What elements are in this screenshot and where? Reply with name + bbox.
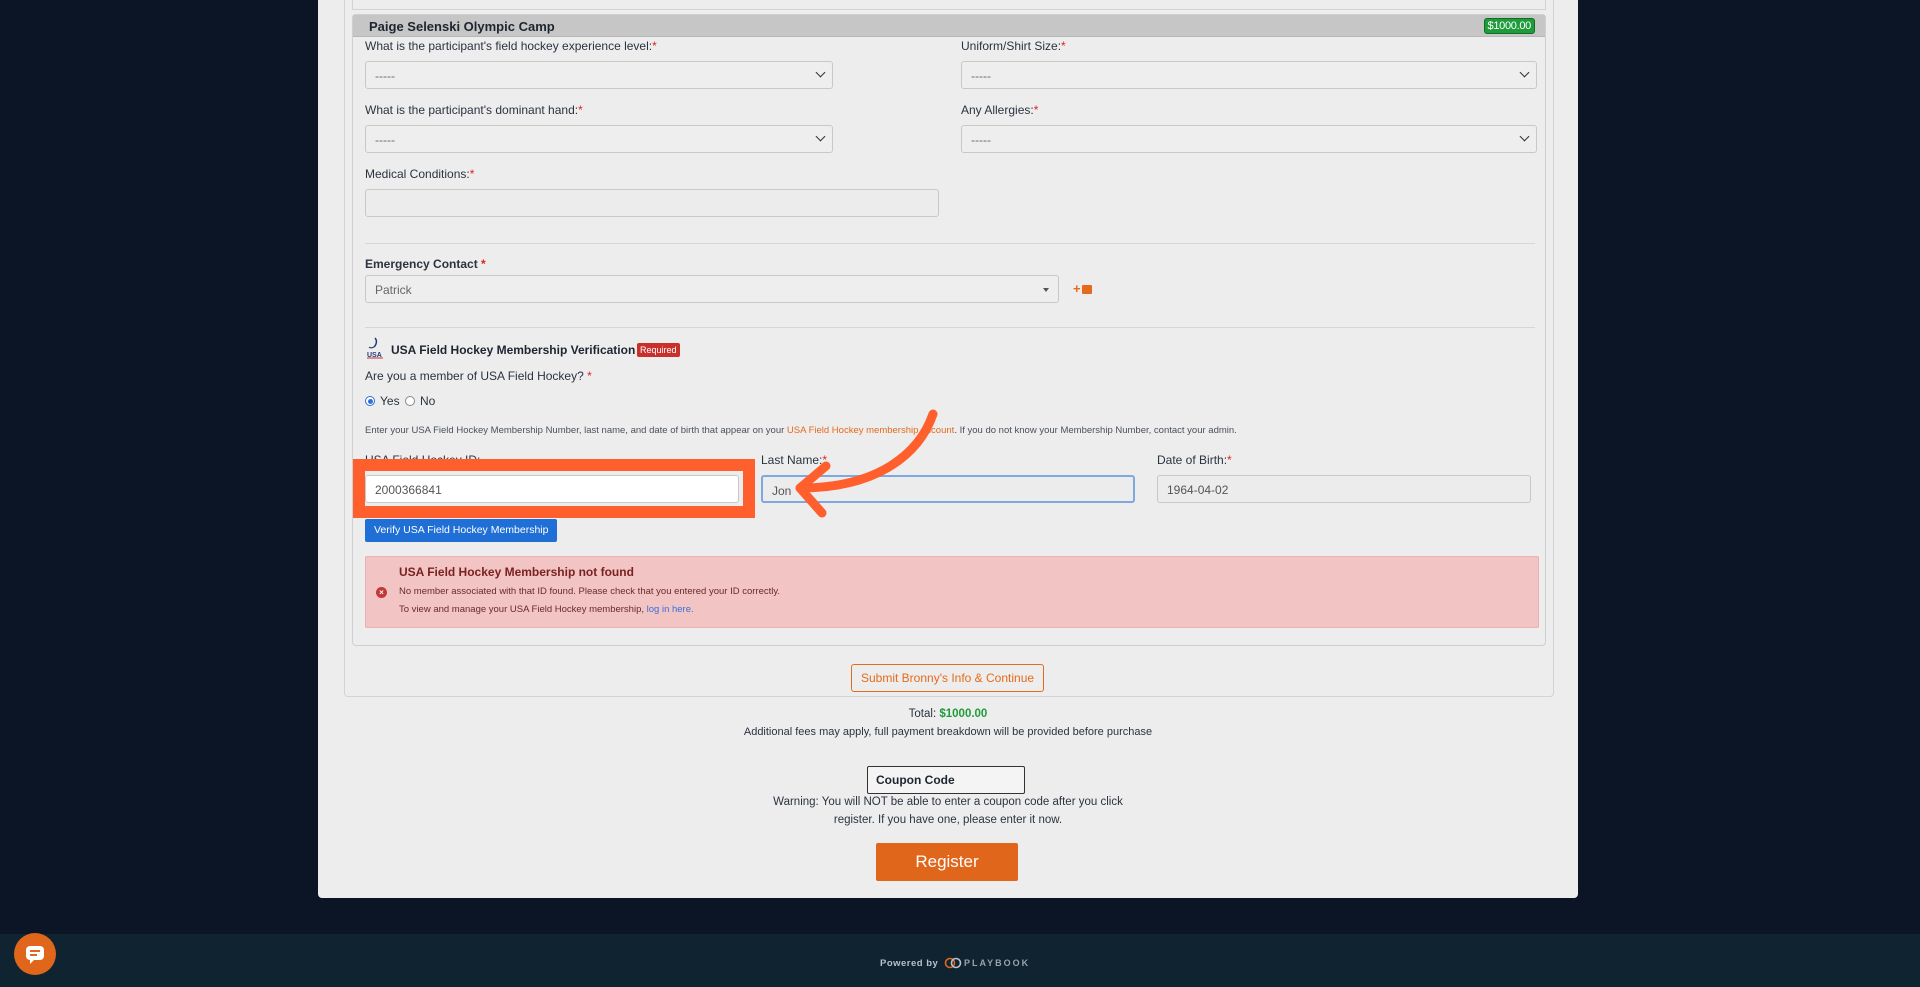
yes-label: Yes [380, 394, 400, 408]
footer: Powered by PLAYBOOK [0, 934, 1920, 987]
coupon-code-input[interactable]: Coupon Code [867, 766, 1025, 794]
usa-field-hockey-logo-icon: USA [367, 337, 383, 359]
fees-note: Additional fees may apply, full payment … [743, 726, 1153, 738]
dob-label: Date of Birth:* [1157, 453, 1232, 467]
submit-info-button[interactable]: Submit Bronny's Info & Continue [851, 664, 1045, 692]
yes-radio[interactable] [365, 396, 375, 406]
annotation-arrow-icon [795, 409, 938, 518]
experience-select[interactable]: ----- [365, 61, 833, 89]
annotation-highlight-box [353, 459, 755, 518]
allergies-select[interactable]: ----- [961, 125, 1537, 153]
alert-message: No member associated with that ID found.… [399, 586, 781, 597]
dominant-hand-label: What is the participant's dominant hand:… [365, 103, 583, 117]
camp-header: Paige Selenski Olympic Camp $1000.00 [353, 15, 1545, 37]
required-badge: Required [637, 343, 680, 357]
playbook-brand: PLAYBOOK [964, 958, 1031, 968]
register-button[interactable]: Register [876, 843, 1018, 881]
previous-card-edge [352, 0, 1546, 10]
usafh-section-title: USA Field Hockey Membership Verification [391, 343, 636, 357]
emergency-contact-select[interactable]: Patrick [365, 275, 1059, 303]
allergies-label: Any Allergies:* [961, 103, 1039, 117]
verify-membership-button[interactable]: Verify USA Field Hockey Membership [365, 519, 558, 542]
price-badge: $1000.00 [1483, 18, 1535, 34]
shirt-size-select[interactable]: ----- [961, 61, 1537, 89]
alert-login-text: To view and manage your USA Field Hockey… [399, 604, 694, 615]
login-link[interactable]: log in here. [647, 604, 694, 615]
divider [365, 327, 1535, 328]
coupon-warning-line1: Warning: You will NOT be able to enter a… [773, 796, 1123, 808]
experience-label: What is the participant's field hockey e… [365, 39, 657, 53]
chevron-down-icon [815, 67, 826, 78]
chat-line [30, 950, 40, 952]
chat-bubble-icon [26, 946, 44, 964]
error-icon: × [376, 587, 387, 598]
no-radio[interactable] [405, 396, 415, 406]
add-contact-button[interactable]: + [1073, 281, 1092, 296]
dob-input[interactable]: 1964-04-02 [1157, 475, 1531, 503]
powered-by-label: Powered by [880, 958, 939, 969]
chevron-down-icon [1519, 131, 1530, 142]
camp-title: Paige Selenski Olympic Camp [369, 19, 555, 34]
shirt-size-label: Uniform/Shirt Size:* [961, 39, 1066, 53]
emergency-contact-label: Emergency Contact * [365, 257, 486, 271]
member-question: Are you a member of USA Field Hockey? * [365, 369, 592, 383]
chat-button[interactable] [14, 933, 56, 975]
dominant-hand-select[interactable]: ----- [365, 125, 833, 153]
caret-down-icon [1043, 288, 1049, 292]
plus-icon: + [1073, 281, 1081, 296]
no-label: No [420, 394, 436, 408]
registration-page: Paige Selenski Olympic Camp $1000.00 Wha… [318, 0, 1578, 898]
membership-not-found-alert: × USA Field Hockey Membership not found … [365, 556, 1539, 628]
medical-conditions-input[interactable] [365, 189, 939, 217]
playbook-logo-icon [944, 957, 962, 969]
alert-title: USA Field Hockey Membership not found [399, 565, 634, 579]
chevron-down-icon [815, 131, 826, 142]
medical-conditions-label: Medical Conditions:* [365, 167, 475, 181]
chevron-down-icon [1519, 67, 1530, 78]
contact-card-icon [1081, 285, 1092, 295]
camp-card: Paige Selenski Olympic Camp $1000.00 Wha… [352, 14, 1546, 646]
coupon-warning-line2: register. If you have one, please enter … [833, 814, 1063, 826]
chat-line [30, 954, 37, 956]
total-line: Total: $1000.00 [908, 708, 988, 720]
total-value: $1000.00 [939, 708, 988, 720]
divider [365, 243, 1535, 244]
